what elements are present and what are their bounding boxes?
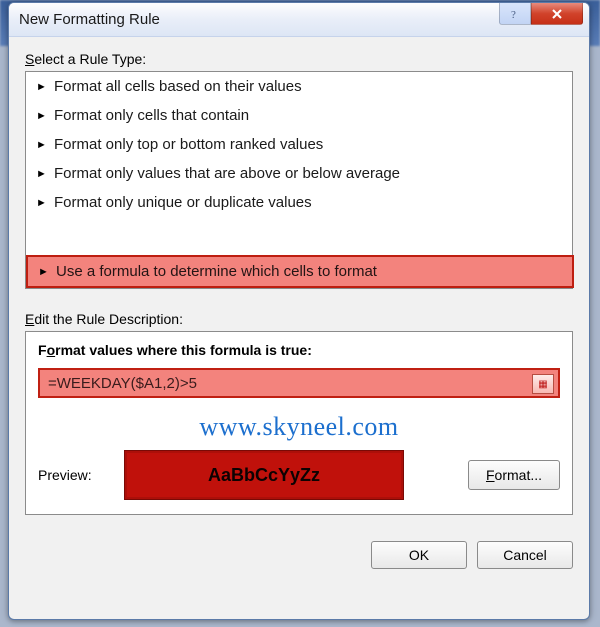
help-icon: ?: [509, 8, 521, 20]
rule-type-item[interactable]: ► Format only top or bottom ranked value…: [26, 130, 572, 159]
bullet-arrow-icon: ►: [36, 110, 48, 122]
preview-sample: AaBbCcYyZz: [124, 450, 404, 500]
watermark-text: www.skyneel.com: [38, 412, 560, 442]
close-button[interactable]: [531, 3, 583, 25]
rule-type-text: Format only unique or duplicate values: [54, 194, 312, 211]
ok-button[interactable]: OK: [371, 541, 467, 569]
preview-label: Preview:: [38, 467, 110, 483]
select-rule-type-label: Select a Rule Type:: [25, 51, 573, 67]
window-controls: ?: [499, 3, 589, 27]
preview-row: Preview: AaBbCcYyZz Format...: [38, 450, 560, 500]
formula-heading: Format values where this formula is true…: [38, 342, 560, 358]
rule-type-text: Format all cells based on their values: [54, 78, 302, 95]
titlebar[interactable]: New Formatting Rule ?: [9, 3, 589, 37]
help-button[interactable]: ?: [499, 3, 531, 25]
dialog-window: New Formatting Rule ? Select a Rule Type…: [8, 2, 590, 620]
bullet-arrow-icon: ►: [38, 266, 50, 278]
svg-text:?: ?: [511, 9, 516, 20]
window-title: New Formatting Rule: [19, 11, 160, 28]
bullet-arrow-icon: ►: [36, 168, 48, 180]
range-picker-icon: ▦: [538, 379, 547, 390]
format-button[interactable]: Format...: [468, 460, 560, 490]
bullet-arrow-icon: ►: [36, 197, 48, 209]
rule-type-item[interactable]: ► Format all cells based on their values: [26, 72, 572, 101]
rule-type-item[interactable]: ► Format only unique or duplicate values: [26, 188, 572, 217]
rule-type-item-selected[interactable]: ► Use a formula to determine which cells…: [26, 255, 574, 288]
bullet-arrow-icon: ►: [36, 139, 48, 151]
formula-input[interactable]: =WEEKDAY($A1,2)>5 ▦: [38, 368, 560, 398]
cancel-button[interactable]: Cancel: [477, 541, 573, 569]
dialog-body: Select a Rule Type: ► Format all cells b…: [9, 37, 589, 527]
close-icon: [550, 7, 564, 21]
collapse-dialog-button[interactable]: ▦: [532, 374, 554, 394]
dialog-footer: OK Cancel: [9, 527, 589, 579]
rule-type-text: Format only cells that contain: [54, 107, 249, 124]
rule-type-list[interactable]: ► Format all cells based on their values…: [25, 71, 573, 289]
formula-text: =WEEKDAY($A1,2)>5: [48, 375, 197, 392]
rule-type-item[interactable]: ► Format only cells that contain: [26, 101, 572, 130]
edit-description-label: Edit the Rule Description:: [25, 311, 573, 327]
rule-type-text: Format only values that are above or bel…: [54, 165, 400, 182]
bullet-arrow-icon: ►: [36, 81, 48, 93]
rule-type-item[interactable]: ► Format only values that are above or b…: [26, 159, 572, 188]
rule-type-text: Use a formula to determine which cells t…: [56, 263, 377, 280]
rule-type-text: Format only top or bottom ranked values: [54, 136, 323, 153]
rule-description-box: Format values where this formula is true…: [25, 331, 573, 515]
